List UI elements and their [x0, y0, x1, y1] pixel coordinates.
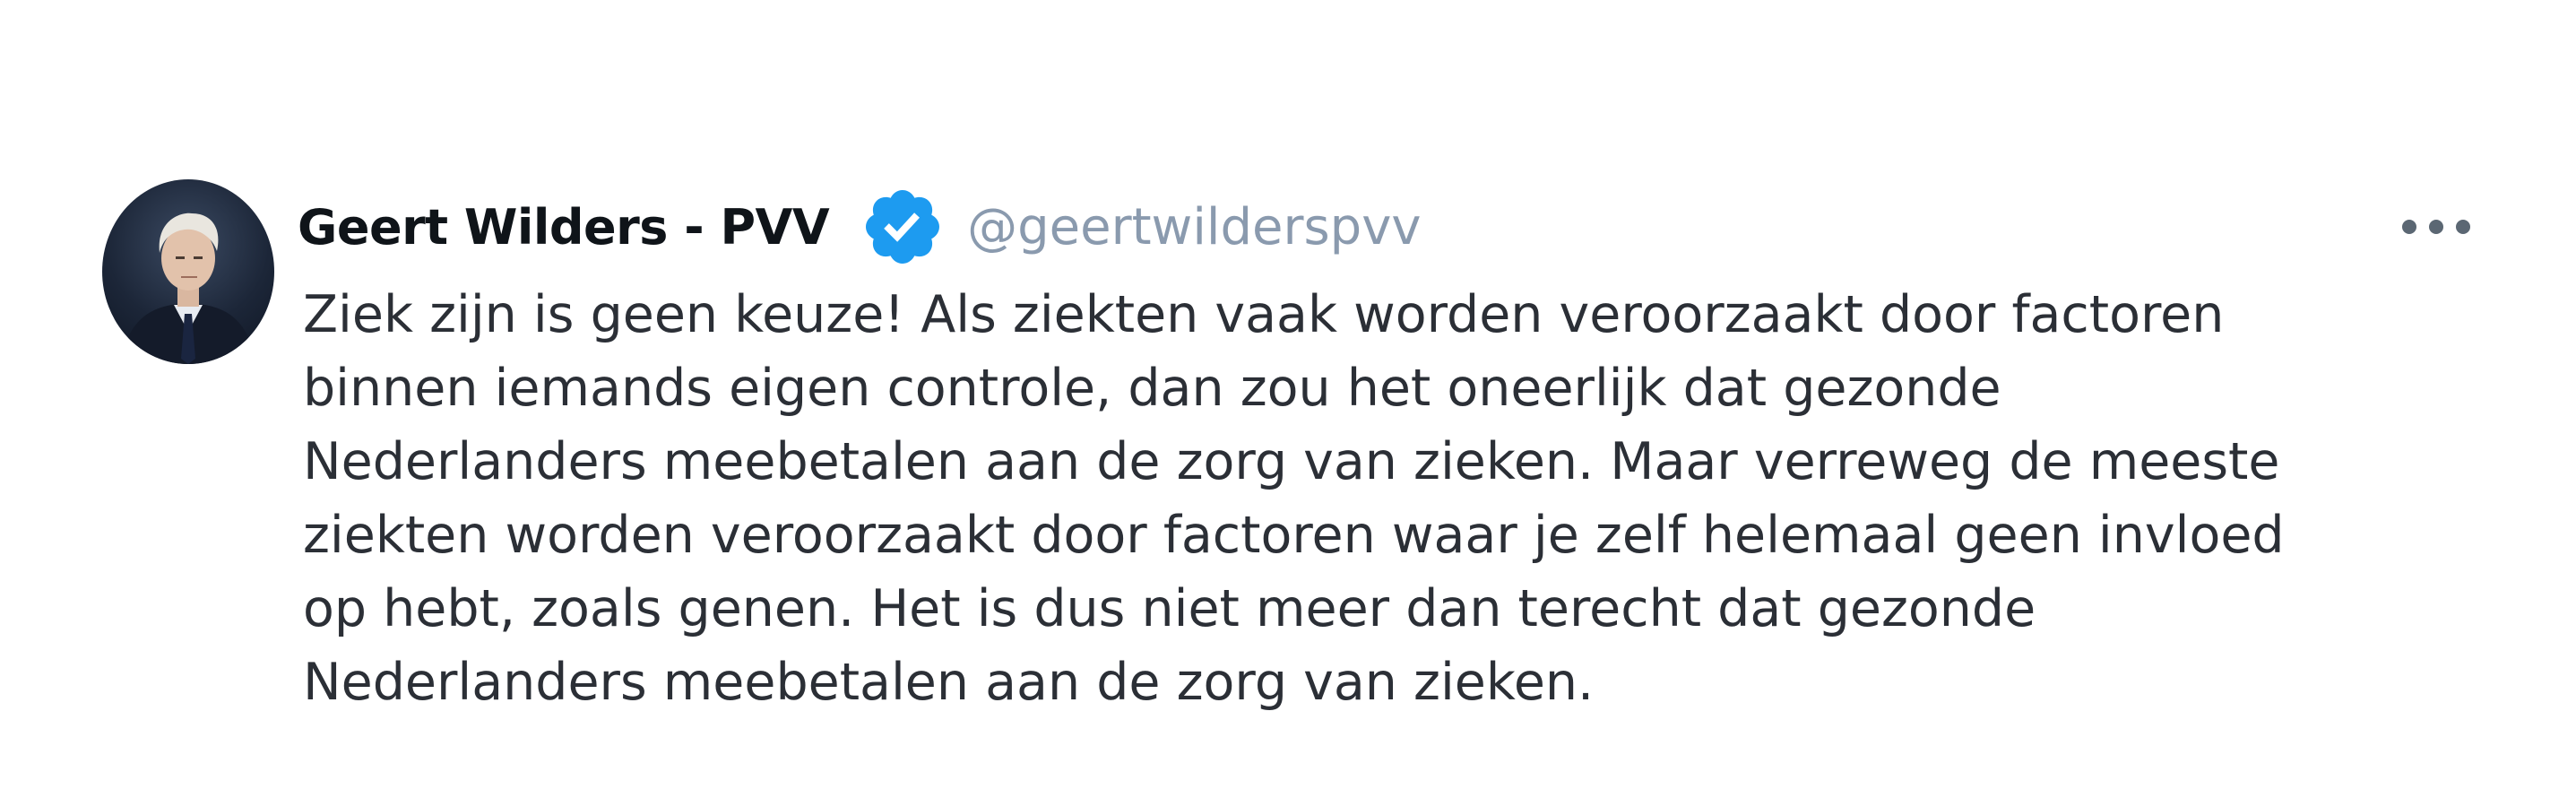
tweet-text-line: Ziek zijn is geen keuze! Als ziekten vaa…	[303, 285, 2225, 344]
tweet-card: Geert Wilders - PVV @geertwilderspvv Zie…	[0, 0, 2576, 798]
display-name[interactable]: Geert Wilders - PVV	[298, 199, 830, 256]
avatar-portrait-icon	[120, 213, 256, 364]
more-dot	[2456, 220, 2470, 234]
tweet-text-line: binnen iemands eigen controle, dan zou h…	[303, 359, 2001, 418]
tweet-text-line: op hebt, zoals genen. Het is dus niet me…	[303, 579, 2036, 638]
tweet-text-line: Nederlanders meebetalen aan de zorg van …	[303, 653, 1595, 712]
tweet-text-line: ziekten worden veroorzaakt door factoren…	[303, 506, 2285, 565]
verified-badge-icon	[860, 184, 946, 270]
tweet-text-line: Nederlanders meebetalen aan de zorg van …	[303, 432, 2280, 491]
more-options-icon[interactable]	[2402, 213, 2470, 240]
more-dot	[2402, 220, 2416, 234]
tweet-text: Ziek zijn is geen keuze! Als ziekten vaa…	[303, 278, 2490, 719]
tweet-header: Geert Wilders - PVV @geertwilderspvv	[298, 186, 1422, 267]
more-dot	[2429, 220, 2443, 234]
user-handle[interactable]: @geertwilderspvv	[967, 198, 1421, 256]
profile-avatar[interactable]	[102, 179, 274, 364]
